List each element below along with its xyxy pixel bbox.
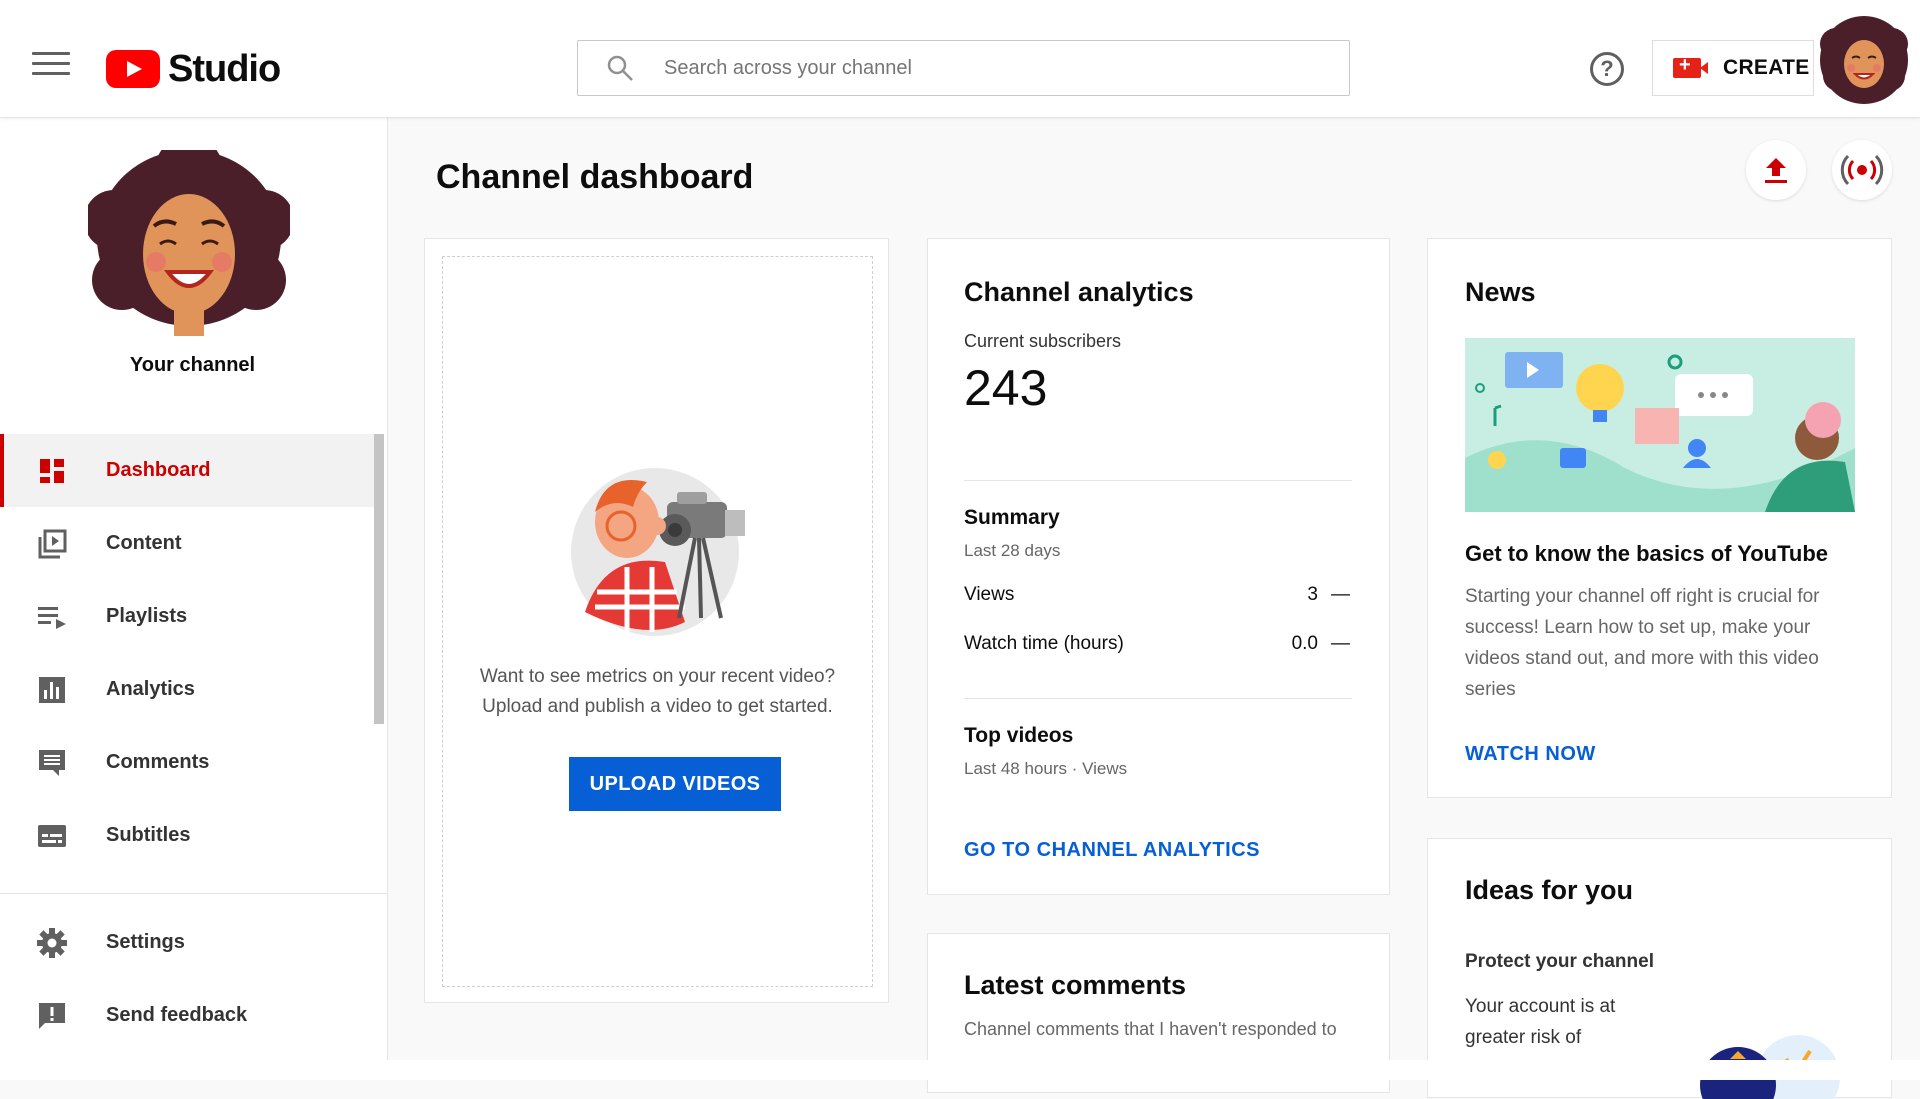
subscribers-label: Current subscribers — [964, 331, 1122, 351]
upload-button[interactable] — [1746, 140, 1806, 200]
row-delta: — — [1331, 584, 1350, 605]
sidebar-item-content[interactable]: Content — [0, 507, 374, 580]
comments-icon — [39, 749, 65, 776]
top-videos-title: Top videos — [964, 724, 1074, 747]
upload-prompt-line-2: Upload and publish a video to get starte… — [482, 696, 833, 717]
channel-analytics-card: Channel analytics Current subscribers 24… — [927, 238, 1390, 895]
comments-description: Channel comments that I haven't responde… — [964, 1019, 1337, 1039]
content-icon — [38, 529, 67, 558]
page-bottom-edge — [0, 1060, 1920, 1080]
channel-avatar[interactable] — [88, 150, 290, 336]
news-card: News Get to know the basics of YouTube S… — [1427, 238, 1892, 798]
upload-icon — [1765, 158, 1787, 183]
top-videos-subtitle: Last 48 hours · Views — [964, 759, 1128, 778]
sidebar-item-label: Dashboard — [106, 459, 211, 481]
row-delta: — — [1331, 633, 1350, 654]
camera-operator-illustration — [571, 468, 745, 636]
analytics-title: Channel analytics — [964, 277, 1194, 307]
sidebar-item-comments[interactable]: Comments — [0, 726, 374, 799]
dashboard-icon — [40, 458, 64, 483]
subscribers-value: 243 — [964, 360, 1048, 416]
subtitles-icon — [38, 824, 66, 847]
search-input[interactable] — [664, 56, 1304, 80]
security-illustration — [1700, 1035, 1840, 1099]
create-camera-icon — [1673, 54, 1708, 78]
divider — [964, 480, 1352, 481]
upload-videos-button[interactable]: UPLOAD VIDEOS — [569, 757, 781, 811]
news-title: News — [1465, 277, 1536, 307]
sidebar-item-settings[interactable]: Settings — [0, 906, 374, 979]
sidebar-item-label: Content — [106, 532, 182, 554]
row-value: 0.0 — [1291, 633, 1318, 654]
sidebar-item-analytics[interactable]: Analytics — [0, 653, 374, 726]
ideas-text: Your account is at greater risk of — [1465, 996, 1616, 1048]
help-icon[interactable]: ? — [1590, 52, 1624, 86]
sidebar-item-label: Playlists — [106, 605, 188, 627]
upload-prompt-line-1: Want to see metrics on your recent video… — [479, 666, 836, 687]
sidebar-item-playlists[interactable]: Playlists — [0, 580, 374, 653]
sidebar-divider — [0, 893, 387, 894]
row-label: Views — [964, 584, 1015, 605]
summary-row-watch-time: Watch time (hours) 0.0 — — [964, 633, 1352, 655]
sidebar-item-label: Subtitles — [106, 824, 191, 846]
your-channel-label[interactable]: Your channel — [0, 354, 385, 377]
summary-row-views: Views 3 — — [964, 584, 1352, 606]
go-live-button[interactable] — [1832, 140, 1892, 200]
brand-text: Studio — [168, 47, 281, 90]
news-headline: Get to know the basics of YouTube — [1465, 541, 1829, 566]
sidebar-item-label: Analytics — [106, 678, 195, 700]
upload-dropzone: Want to see metrics on your recent video… — [442, 256, 873, 987]
divider — [964, 698, 1352, 699]
playlists-icon — [38, 606, 66, 629]
row-label: Watch time (hours) — [964, 633, 1124, 654]
sidebar-item-label: Comments — [106, 751, 210, 773]
create-button[interactable]: CREATE — [1652, 40, 1814, 96]
row-value: 3 — [1307, 584, 1318, 605]
watch-now-link[interactable]: WATCH NOW — [1465, 743, 1596, 766]
summary-title: Summary — [964, 506, 1060, 529]
nav-list: Dashboard Content Playlists Analytics Co… — [0, 434, 374, 872]
analytics-icon — [39, 676, 65, 703]
settings-icon — [37, 927, 67, 958]
nav-bottom-list: Settings Send feedback — [0, 906, 374, 1052]
live-broadcast-icon — [1840, 154, 1884, 186]
summary-period: Last 28 days — [964, 541, 1061, 560]
sidebar-scrollbar[interactable] — [374, 434, 384, 724]
sidebar-item-label: Settings — [106, 931, 185, 953]
upload-prompt: Want to see metrics on your recent video… — [443, 662, 872, 722]
menu-icon[interactable] — [32, 52, 70, 82]
page-title: Channel dashboard — [436, 158, 754, 196]
sidebar-item-send-feedback[interactable]: Send feedback — [0, 979, 374, 1052]
sidebar-item-subtitles[interactable]: Subtitles — [0, 799, 374, 872]
create-label: CREATE — [1723, 56, 1810, 79]
news-illustration[interactable] — [1465, 338, 1855, 512]
sidebar-item-dashboard[interactable]: Dashboard — [0, 434, 374, 507]
youtube-play-icon — [106, 50, 160, 88]
news-description: Starting your channel off right is cruci… — [1465, 586, 1820, 700]
sidebar-item-label: Send feedback — [106, 1004, 248, 1026]
studio-logo[interactable]: Studio — [106, 44, 281, 94]
top-bar: Studio ? CREATE — [0, 0, 1920, 118]
upload-card: Want to see metrics on your recent video… — [424, 238, 889, 1003]
search-icon — [607, 55, 633, 81]
sidebar: Your channel Dashboard Content Playlists… — [0, 118, 388, 1068]
feedback-icon — [39, 1002, 65, 1029]
ideas-title: Ideas for you — [1465, 875, 1634, 905]
account-avatar[interactable] — [1818, 14, 1910, 106]
ideas-subtitle: Protect your channel — [1465, 951, 1654, 972]
comments-title: Latest comments — [964, 970, 1187, 1000]
go-to-channel-analytics-link[interactable]: GO TO CHANNEL ANALYTICS — [964, 839, 1260, 862]
ideas-card: Ideas for you Protect your channel Your … — [1427, 838, 1892, 1099]
search-box[interactable] — [577, 40, 1350, 96]
